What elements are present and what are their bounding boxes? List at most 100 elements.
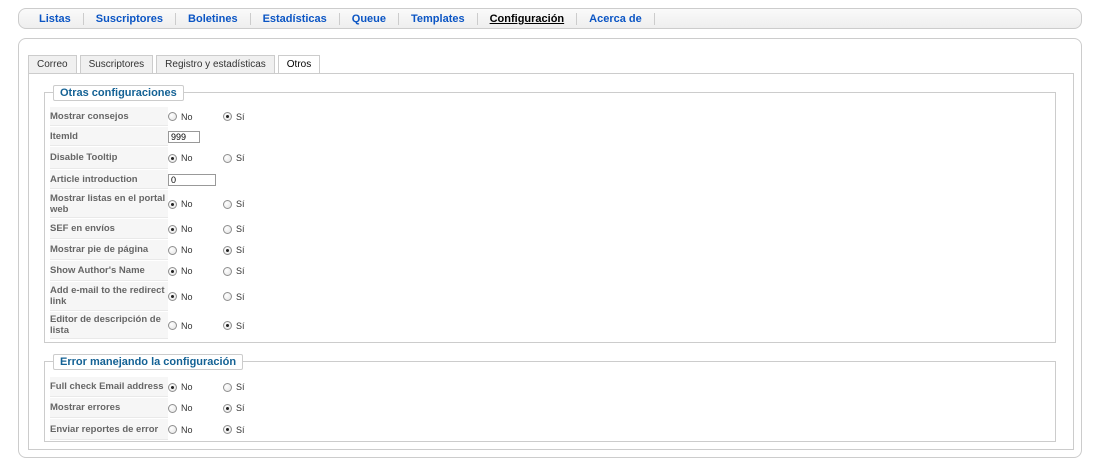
radio-button[interactable] [223,266,232,276]
radio-button[interactable] [168,403,177,413]
radio-option-no[interactable]: No [168,403,223,413]
radio-button[interactable] [223,153,232,163]
option-label: Mostrar errores [50,398,168,418]
option-row: ItemId [50,127,278,146]
radio-label: Sí [236,382,245,393]
radio-label: No [181,266,193,277]
nav-item[interactable]: Suscriptores [84,12,177,25]
option-label: Article introduction [50,170,168,189]
fieldset-otras-configuraciones: Otras configuraciones Mostrar consejos No… [44,85,1056,343]
radio-option-si[interactable]: Sí [223,382,278,393]
radio-option-no[interactable]: No [168,245,223,255]
fieldset-legend: Otras configuraciones [53,85,184,101]
radio-label: No [181,153,193,164]
option-label: Mostrar pie de página [50,240,168,260]
option-label: Enviar reportes de error [50,419,168,440]
option-value: No Sí [168,219,278,239]
radio-option-si[interactable]: Sí [223,291,278,302]
radio-option-si[interactable]: Sí [223,111,278,122]
radio-button[interactable] [168,292,177,302]
option-label: Show Author's Name [50,261,168,281]
radio-button[interactable] [168,266,177,276]
option-row: Add e-mail to the redirect link No Sí [50,282,278,311]
radio-button[interactable] [168,245,177,255]
option-label: SEF en envíos [50,219,168,239]
radio-option-si[interactable]: Sí [223,266,278,277]
option-text-input[interactable] [168,130,200,143]
option-row: Mostrar pie de página No Sí [50,240,278,260]
radio-option-si[interactable]: Sí [223,153,278,163]
radio-button[interactable] [223,112,232,122]
radio-label: Sí [236,111,245,122]
fieldset-legend: Error manejando la configuración [53,354,244,370]
radio-label: No [181,199,193,210]
radio-option-no[interactable]: No [168,291,223,302]
nav-item[interactable]: Boletines [176,12,251,25]
radio-option-no[interactable]: No [168,224,223,235]
radio-button[interactable] [223,245,232,255]
tab[interactable]: Correo [28,55,77,74]
radio-label: Sí [236,199,245,210]
radio-option-no[interactable]: No [168,424,223,435]
radio-option-si[interactable]: Sí [223,403,278,413]
radio-button[interactable] [168,382,177,392]
radio-button[interactable] [168,112,177,122]
radio-label: No [181,224,193,235]
nav-item[interactable]: Estadísticas [251,12,340,25]
top-menu-list: Listas Suscriptores Boletines Estadísticas Q… [19,9,1081,28]
radio-button[interactable] [168,321,177,331]
option-row: Article introduction [50,170,278,189]
radio-button[interactable] [168,224,177,234]
option-text-input[interactable] [168,173,216,186]
radio-label: Sí [236,266,245,277]
option-row: Full check Email address No Sí [50,377,278,397]
tab[interactable]: Registro y estadísticas [156,55,275,74]
nav-item[interactable]: Templates [399,12,478,25]
radio-button[interactable] [223,321,232,331]
radio-option-no[interactable]: No [168,199,223,210]
radio-option-si[interactable]: Sí [223,245,278,256]
radio-option-si[interactable]: Sí [223,199,278,210]
option-value: No Sí [168,240,278,260]
radio-option-si[interactable]: Sí [223,424,278,435]
radio-button[interactable] [223,403,232,413]
radio-button[interactable] [168,199,177,209]
option-value [168,170,278,189]
radio-option-no[interactable]: No [168,111,223,122]
radio-option-no[interactable]: No [168,320,223,331]
option-label: Disable Tooltip [50,147,168,169]
radio-option-no[interactable]: No [168,153,223,164]
radio-button[interactable] [223,199,232,209]
radio-button[interactable] [223,425,232,435]
radio-button[interactable] [168,425,177,435]
options-table: Mostrar consejos No Sí ItemIdDisable Toolti… [50,106,278,340]
option-row: Mostrar errores No Sí [50,398,278,418]
tab[interactable]: Suscriptores [79,55,154,74]
option-row: Disable Tooltip No Sí [50,147,278,169]
nav-item[interactable]: Listas [27,12,84,25]
nav-item[interactable]: Configuración [478,12,578,25]
option-value: No Sí [168,377,278,397]
option-row: Enviar reportes de error No Sí [50,419,278,440]
radio-option-no[interactable]: No [168,382,223,392]
radio-label: No [181,424,193,435]
nav-item[interactable]: Acerca de [577,12,655,25]
radio-label: Sí [236,291,245,302]
option-label: Mostrar consejos [50,107,168,126]
radio-option-si[interactable]: Sí [223,224,278,234]
option-label: Add e-mail to the redirect link [50,282,168,311]
radio-label: No [181,320,193,331]
radio-option-no[interactable]: No [168,266,223,277]
radio-label: Sí [236,424,245,435]
radio-button[interactable] [168,153,177,163]
radio-button[interactable] [223,382,232,392]
option-row: Mostrar listas en el portal web No Sí [50,190,278,218]
nav-item[interactable]: Queue [340,12,399,25]
radio-label: Sí [236,245,245,256]
radio-option-si[interactable]: Sí [223,320,278,331]
radio-label: No [181,291,193,302]
tab[interactable]: Otros [277,55,321,75]
radio-button[interactable] [223,224,232,234]
radio-button[interactable] [223,292,232,302]
option-value: No Sí [168,190,278,218]
